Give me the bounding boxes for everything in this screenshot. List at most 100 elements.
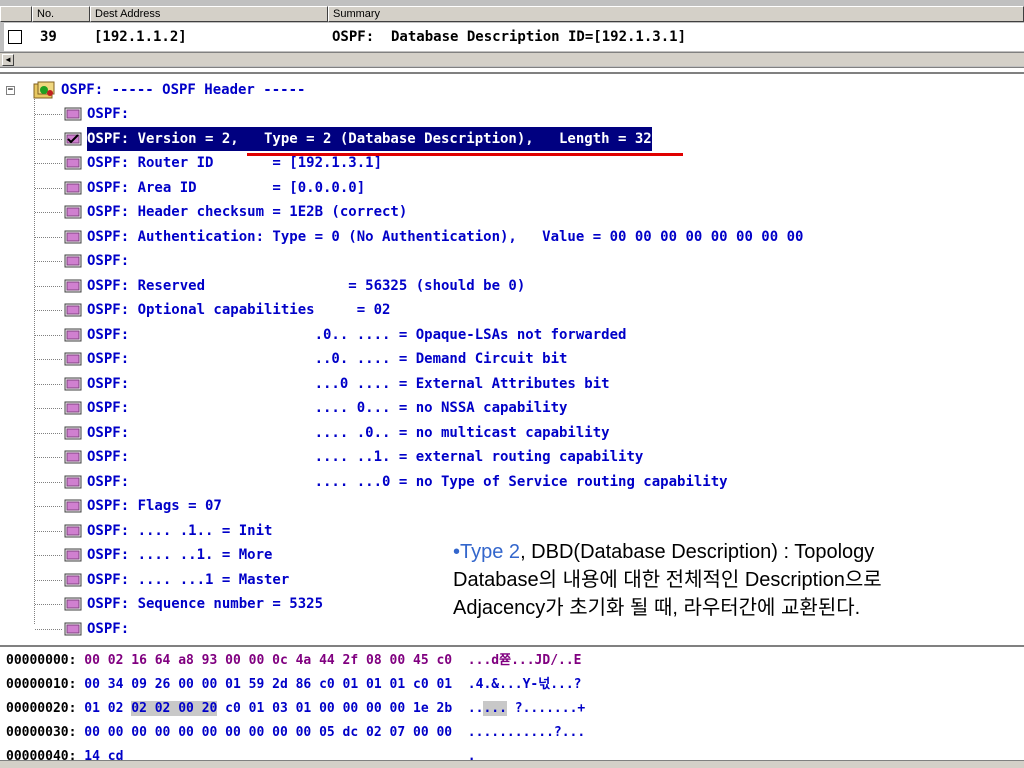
hex-bytes: c0 01 03 01 00 00 00 00 1e 2b: [217, 701, 453, 716]
tree-node[interactable]: OSPF:: [0, 249, 1024, 273]
tree-branch-line: [35, 285, 62, 287]
hex-bytes-selected: 02 02 00 20: [131, 701, 218, 716]
col-summary[interactable]: Summary: [328, 6, 1024, 22]
tree-node-label: OSPF: Authentication: Type = 0 (No Authe…: [87, 228, 804, 245]
annotation-line2: Database의 내용에 대한 전체적인 Description으로: [453, 569, 882, 591]
red-underline-annotation: [247, 153, 683, 156]
tree-node[interactable]: OSPF: Flags = 07: [0, 494, 1024, 518]
tree-branch-line: [35, 310, 62, 311]
annotation-type-highlight: Type 2: [460, 541, 521, 563]
tree-node-label: OSPF: ...0 .... = External Attributes bi…: [87, 375, 610, 392]
tree-node[interactable]: OSPF: Header checksum = 1E2B (correct): [0, 200, 1024, 224]
tree-node[interactable]: OSPF: .0.. .... = Opaque-LSAs not forwar…: [0, 323, 1024, 347]
hex-bytes-pre: 01 02: [84, 701, 132, 716]
collapse-icon[interactable]: −: [6, 86, 15, 95]
document-node-icon: [64, 597, 82, 611]
tree-node[interactable]: OSPF: ...0 .... = External Attributes bi…: [0, 372, 1024, 396]
document-node-icon: [64, 548, 82, 562]
tree-node[interactable]: OSPF: Version = 2, Type = 2 (Database De…: [0, 126, 1024, 151]
row-checkbox[interactable]: [8, 30, 22, 44]
hex-ascii: ?.......+: [506, 701, 586, 716]
packet-detail-pane: − OSPF: ----- OSPF Header ----- OSPF: OSP…: [0, 72, 1024, 640]
hex-ascii-pre: ..: [467, 701, 484, 716]
protocol-folder-icon: [33, 81, 55, 99]
hex-row[interactable]: 00000000: 00 02 16 64 a8 93 00 00 0c 4a …: [6, 649, 582, 673]
tree-branch-line: [35, 530, 62, 532]
tree-branch-line: [35, 506, 62, 507]
tree-node-label: OSPF: Header checksum = 1E2B (correct): [87, 204, 408, 220]
tree-branch-line: [35, 138, 62, 140]
tree-node-label: OSPF:: [87, 620, 130, 637]
tree-node[interactable]: OSPF: Reserved = 56325 (should be 0): [0, 274, 1024, 298]
document-node-icon: [64, 475, 82, 488]
annotation-bullet: •: [453, 541, 461, 563]
tree-node-label: OSPF: Optional capabilities = 02: [87, 302, 391, 318]
row-dest: [192.1.1.2]: [94, 29, 187, 45]
document-node-icon: [64, 377, 82, 390]
tree-node[interactable]: OSPF: .... .0.. = no multicast capabilit…: [0, 421, 1024, 445]
annotation-line3: Adjacency가 초기화 될 때, 라우터간에 교환된다.: [453, 597, 861, 619]
tree-branch-line: [35, 383, 62, 385]
hex-ascii: ...........?...: [467, 725, 586, 740]
tree-node[interactable]: OSPF: .... ...0 = no Type of Service rou…: [0, 470, 1024, 494]
tree-node[interactable]: OSPF: .... 0... = no NSSA capability: [0, 396, 1024, 420]
document-node-icon: [64, 156, 82, 170]
tree-branch-line: [35, 334, 62, 336]
tree-node-label: OSPF: .... ...0 = no Type of Service rou…: [87, 473, 728, 490]
row-no: 39: [40, 29, 57, 45]
hex-dump-pane: 00000000: 00 02 16 64 a8 93 00 00 0c 4a …: [0, 645, 1024, 768]
document-node-icon: [64, 352, 82, 366]
tree-branch-line: [35, 163, 62, 164]
col-dest-address[interactable]: Dest Address: [90, 6, 328, 22]
tree-node[interactable]: OSPF: .... ..1. = external routing capab…: [0, 445, 1024, 469]
hex-row[interactable]: 00000030: 00 00 00 00 00 00 00 00 00 00 …: [6, 721, 585, 745]
tree-branch-line: [35, 261, 62, 262]
horizontal-scrollbar[interactable]: ◀: [0, 52, 1024, 66]
hex-bytes: 00 02 16 64 a8 93 00 00 0c 4a 44 2f 08 0…: [84, 653, 453, 668]
tree-node[interactable]: OSPF: ..0. .... = Demand Circuit bit: [0, 347, 1024, 371]
document-node-icon: [64, 426, 82, 439]
document-node-icon: [64, 524, 82, 537]
tree-node-label: OSPF: .0.. .... = Opaque-LSAs not forwar…: [87, 326, 627, 343]
tree-branch-line: [35, 236, 62, 238]
hex-row[interactable]: 00000020: 01 02 02 02 00 20 c0 01 03 01 …: [6, 697, 585, 721]
tree-node[interactable]: OSPF: Optional capabilities = 02: [0, 298, 1024, 322]
document-node-icon: [64, 450, 82, 464]
tree-branch-line: [35, 359, 62, 360]
tree-node[interactable]: OSPF: Area ID = [0.0.0.0]: [0, 176, 1024, 200]
document-node-icon: [64, 401, 82, 415]
tree-node-label: OSPF: .... ..1. = external routing capab…: [87, 449, 644, 465]
scroll-left-arrow-icon[interactable]: ◀: [2, 54, 14, 66]
col-blank[interactable]: [0, 6, 32, 22]
col-no[interactable]: No.: [32, 6, 90, 22]
document-node-icon: [64, 132, 82, 145]
hex-offset: 00000000:: [6, 653, 77, 668]
tree-root-node[interactable]: − OSPF: ----- OSPF Header -----: [0, 78, 1024, 102]
packet-list-header: No. Dest Address Summary: [0, 6, 1024, 22]
tree-node-label: OSPF:: [87, 253, 130, 269]
document-node-icon: [64, 205, 82, 219]
document-node-icon: [64, 573, 82, 586]
hex-bytes: 00 34 09 26 00 00 01 59 2d 86 c0 01 01 0…: [84, 677, 453, 692]
tree-node[interactable]: OSPF:: [0, 102, 1024, 126]
bottom-tab-bar[interactable]: [0, 760, 1024, 768]
tree-node[interactable]: OSPF: Authentication: Type = 0 (No Authe…: [0, 225, 1024, 249]
document-node-icon: [64, 328, 82, 341]
tree-node-label: OSPF: Area ID = [0.0.0.0]: [87, 179, 366, 196]
tree-node-label: OSPF: .... .1.. = Init: [87, 522, 273, 539]
document-node-icon: [64, 499, 82, 513]
hex-ascii: ...d쮿...JD/..E: [467, 653, 582, 668]
annotation-note: •Type 2, DBD(Database Description) : Top…: [453, 538, 993, 622]
hex-row[interactable]: 00000010: 00 34 09 26 00 00 01 59 2d 86 …: [6, 673, 582, 697]
tree-branch-line: [35, 555, 62, 556]
document-node-icon: [64, 279, 82, 292]
packet-row[interactable]: 39 [192.1.1.2] OSPF: Database Descriptio…: [4, 23, 1024, 51]
tree-node-label: OSPF:: [87, 106, 130, 122]
tree-node-label: OSPF: .... .0.. = no multicast capabilit…: [87, 424, 610, 441]
row-summary: OSPF: Database Description ID=[192.1.3.1…: [332, 29, 687, 45]
hex-offset: 00000010:: [6, 677, 77, 692]
